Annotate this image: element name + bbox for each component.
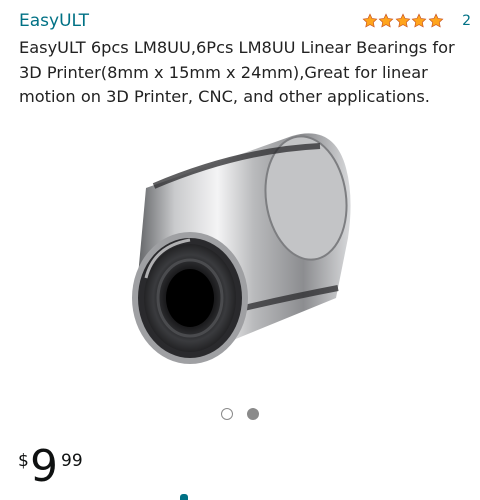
star-icon <box>362 13 378 28</box>
product-title: EasyULT 6pcs LM8UU,6Pcs LM8UU Linear Bea… <box>19 38 455 106</box>
product-header: EasyULT 2 <box>19 9 471 33</box>
star-rating <box>362 13 445 29</box>
rating-summary[interactable]: 2 <box>362 10 471 32</box>
linear-bearing-image[interactable] <box>124 128 360 378</box>
carousel-dot-active[interactable] <box>247 408 259 420</box>
price-whole: 9 <box>30 441 58 492</box>
star-icon <box>378 13 394 28</box>
price-currency: $ <box>18 451 29 471</box>
brand-link[interactable]: EasyULT <box>19 9 89 33</box>
carousel-dot[interactable] <box>221 408 233 420</box>
star-icon <box>428 13 444 28</box>
star-icon <box>411 13 427 28</box>
star-icon <box>395 13 411 28</box>
rating-count[interactable]: 2 <box>462 10 471 32</box>
price-fraction: 99 <box>61 451 83 471</box>
image-carousel-indicator <box>0 408 480 420</box>
partial-icon <box>180 494 188 500</box>
